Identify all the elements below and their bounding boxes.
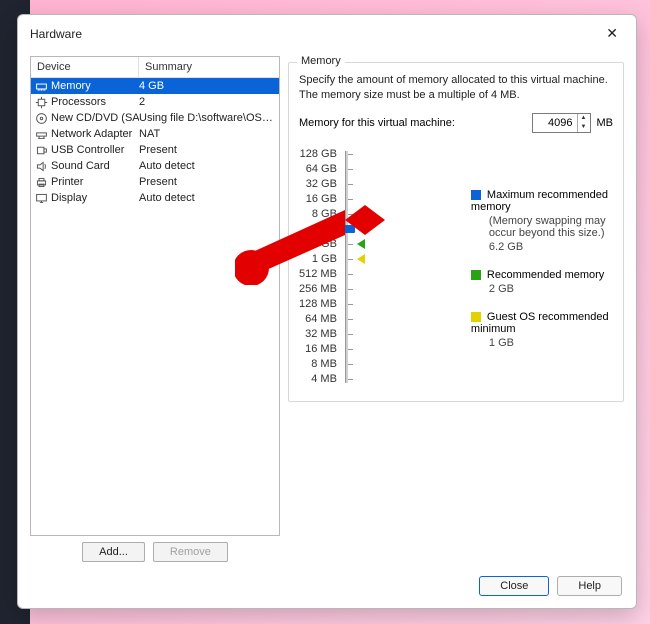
- memory-description: Specify the amount of memory allocated t…: [299, 73, 613, 103]
- device-name: Memory: [49, 80, 139, 92]
- tick-label: 8 MB: [299, 357, 337, 372]
- device-name: Sound Card: [49, 160, 139, 172]
- device-name: Display: [49, 192, 139, 204]
- help-button[interactable]: Help: [557, 576, 622, 596]
- device-row-disc[interactable]: New CD/DVD (SATA)Using file D:\software\…: [31, 110, 279, 126]
- memory-spinner[interactable]: ▲ ▼: [532, 113, 591, 133]
- device-summary: 4 GB: [139, 80, 279, 92]
- tick-label: 32 MB: [299, 327, 337, 342]
- memory-slider-row: 128 GB64 GB32 GB16 GB8 GB4 GB2 GB1 GB512…: [299, 147, 613, 387]
- memory-legend-area: Maximum recommended memory (Memory swapp…: [381, 147, 613, 387]
- legend-item-rec: Recommended memory 2 GB: [471, 269, 613, 295]
- memory-unit: MB: [597, 117, 614, 129]
- usb-icon: [33, 142, 49, 158]
- device-row-usb[interactable]: USB ControllerPresent: [31, 142, 279, 158]
- tick-label: 64 MB: [299, 312, 337, 327]
- legend-max-label: Maximum recommended memory: [471, 189, 608, 213]
- disc-icon: [33, 110, 49, 126]
- device-summary: 2: [139, 96, 279, 108]
- legend-rec-label: Recommended memory: [487, 269, 604, 281]
- legend-rec-value: 2 GB: [471, 283, 613, 295]
- close-icon[interactable]: ✕: [600, 23, 624, 44]
- device-summary: Present: [139, 176, 279, 188]
- device-buttons: Add... Remove: [30, 542, 280, 562]
- device-name: Printer: [49, 176, 139, 188]
- marker-rec-icon: [357, 239, 365, 249]
- tick-label: 128 MB: [299, 297, 337, 312]
- memory-slider-track[interactable]: [343, 147, 371, 387]
- network-icon: [33, 126, 49, 142]
- slider-thumb-icon[interactable]: [339, 225, 355, 233]
- device-summary: Using file D:\software\OS\Mi...: [139, 112, 279, 124]
- swatch-green-icon: [471, 270, 481, 280]
- cpu-icon: [33, 94, 49, 110]
- memory-tick-labels: 128 GB64 GB32 GB16 GB8 GB4 GB2 GB1 GB512…: [299, 147, 343, 387]
- marker-max-icon: [357, 216, 365, 226]
- device-row-display[interactable]: DisplayAuto detect: [31, 190, 279, 206]
- spinner-up-icon[interactable]: ▲: [578, 114, 590, 123]
- add-button[interactable]: Add...: [82, 542, 145, 562]
- device-list: Device Summary Memory4 GBProcessors2New …: [30, 56, 280, 536]
- device-name: Processors: [49, 96, 139, 108]
- device-row-cpu[interactable]: Processors2: [31, 94, 279, 110]
- device-panel: Device Summary Memory4 GBProcessors2New …: [30, 56, 280, 562]
- tick-label: 16 MB: [299, 342, 337, 357]
- memory-input[interactable]: [533, 114, 577, 132]
- device-summary: Auto detect: [139, 160, 279, 172]
- tick-label: 2 GB: [299, 237, 337, 252]
- tick-label: 4 MB: [299, 372, 337, 387]
- legend-min-value: 1 GB: [471, 337, 613, 349]
- device-summary: NAT: [139, 128, 279, 140]
- memory-input-row: Memory for this virtual machine: ▲ ▼ MB: [299, 113, 613, 133]
- legend-item-max: Maximum recommended memory (Memory swapp…: [471, 189, 613, 253]
- tick-label: 16 GB: [299, 192, 337, 207]
- spinner-buttons: ▲ ▼: [577, 114, 590, 132]
- window-title: Hardware: [30, 27, 82, 41]
- device-row-memory[interactable]: Memory4 GB: [31, 78, 279, 94]
- device-summary: Auto detect: [139, 192, 279, 204]
- device-row-printer[interactable]: PrinterPresent: [31, 174, 279, 190]
- titlebar: Hardware ✕: [18, 15, 636, 48]
- swatch-yellow-icon: [471, 312, 481, 322]
- legend-max-value: 6.2 GB: [471, 241, 613, 253]
- settings-panel: Memory Specify the amount of memory allo…: [288, 56, 624, 562]
- memory-slider-area: 128 GB64 GB32 GB16 GB8 GB4 GB2 GB1 GB512…: [299, 147, 371, 387]
- tick-label: 1 GB: [299, 252, 337, 267]
- swatch-blue-icon: [471, 190, 481, 200]
- tick-label: 128 GB: [299, 147, 337, 162]
- tick-label: 8 GB: [299, 207, 337, 222]
- close-button[interactable]: Close: [479, 576, 549, 596]
- tick-label: 256 MB: [299, 282, 337, 297]
- display-icon: [33, 190, 49, 206]
- legend-min-label: Guest OS recommended minimum: [471, 311, 609, 335]
- tick-label: 64 GB: [299, 162, 337, 177]
- spinner-down-icon[interactable]: ▼: [578, 123, 590, 132]
- legend-max-note: (Memory swapping may occur beyond this s…: [471, 215, 613, 239]
- column-header-summary[interactable]: Summary: [139, 57, 279, 77]
- device-row-sound[interactable]: Sound CardAuto detect: [31, 158, 279, 174]
- marker-min-icon: [357, 254, 365, 264]
- memory-group: Memory Specify the amount of memory allo…: [288, 62, 624, 402]
- remove-button: Remove: [153, 542, 228, 562]
- tick-label: 32 GB: [299, 177, 337, 192]
- memory-group-legend: Memory: [297, 55, 345, 67]
- column-header-device[interactable]: Device: [31, 57, 139, 77]
- sound-icon: [33, 158, 49, 174]
- hardware-dialog: Hardware ✕ Device Summary Memory4 GBProc…: [17, 14, 637, 609]
- printer-icon: [33, 174, 49, 190]
- dialog-footer: Close Help: [18, 566, 636, 608]
- device-name: Network Adapter: [49, 128, 139, 140]
- tick-label: 4 GB: [299, 222, 337, 237]
- tick-label: 512 MB: [299, 267, 337, 282]
- memory-input-label: Memory for this virtual machine:: [299, 117, 455, 129]
- device-name: New CD/DVD (SATA): [49, 112, 139, 124]
- memory-icon: [33, 78, 49, 94]
- device-row-network[interactable]: Network AdapterNAT: [31, 126, 279, 142]
- device-list-header: Device Summary: [31, 57, 279, 78]
- device-summary: Present: [139, 144, 279, 156]
- legend-item-min: Guest OS recommended minimum 1 GB: [471, 311, 613, 349]
- dialog-content: Device Summary Memory4 GBProcessors2New …: [18, 48, 636, 566]
- device-name: USB Controller: [49, 144, 139, 156]
